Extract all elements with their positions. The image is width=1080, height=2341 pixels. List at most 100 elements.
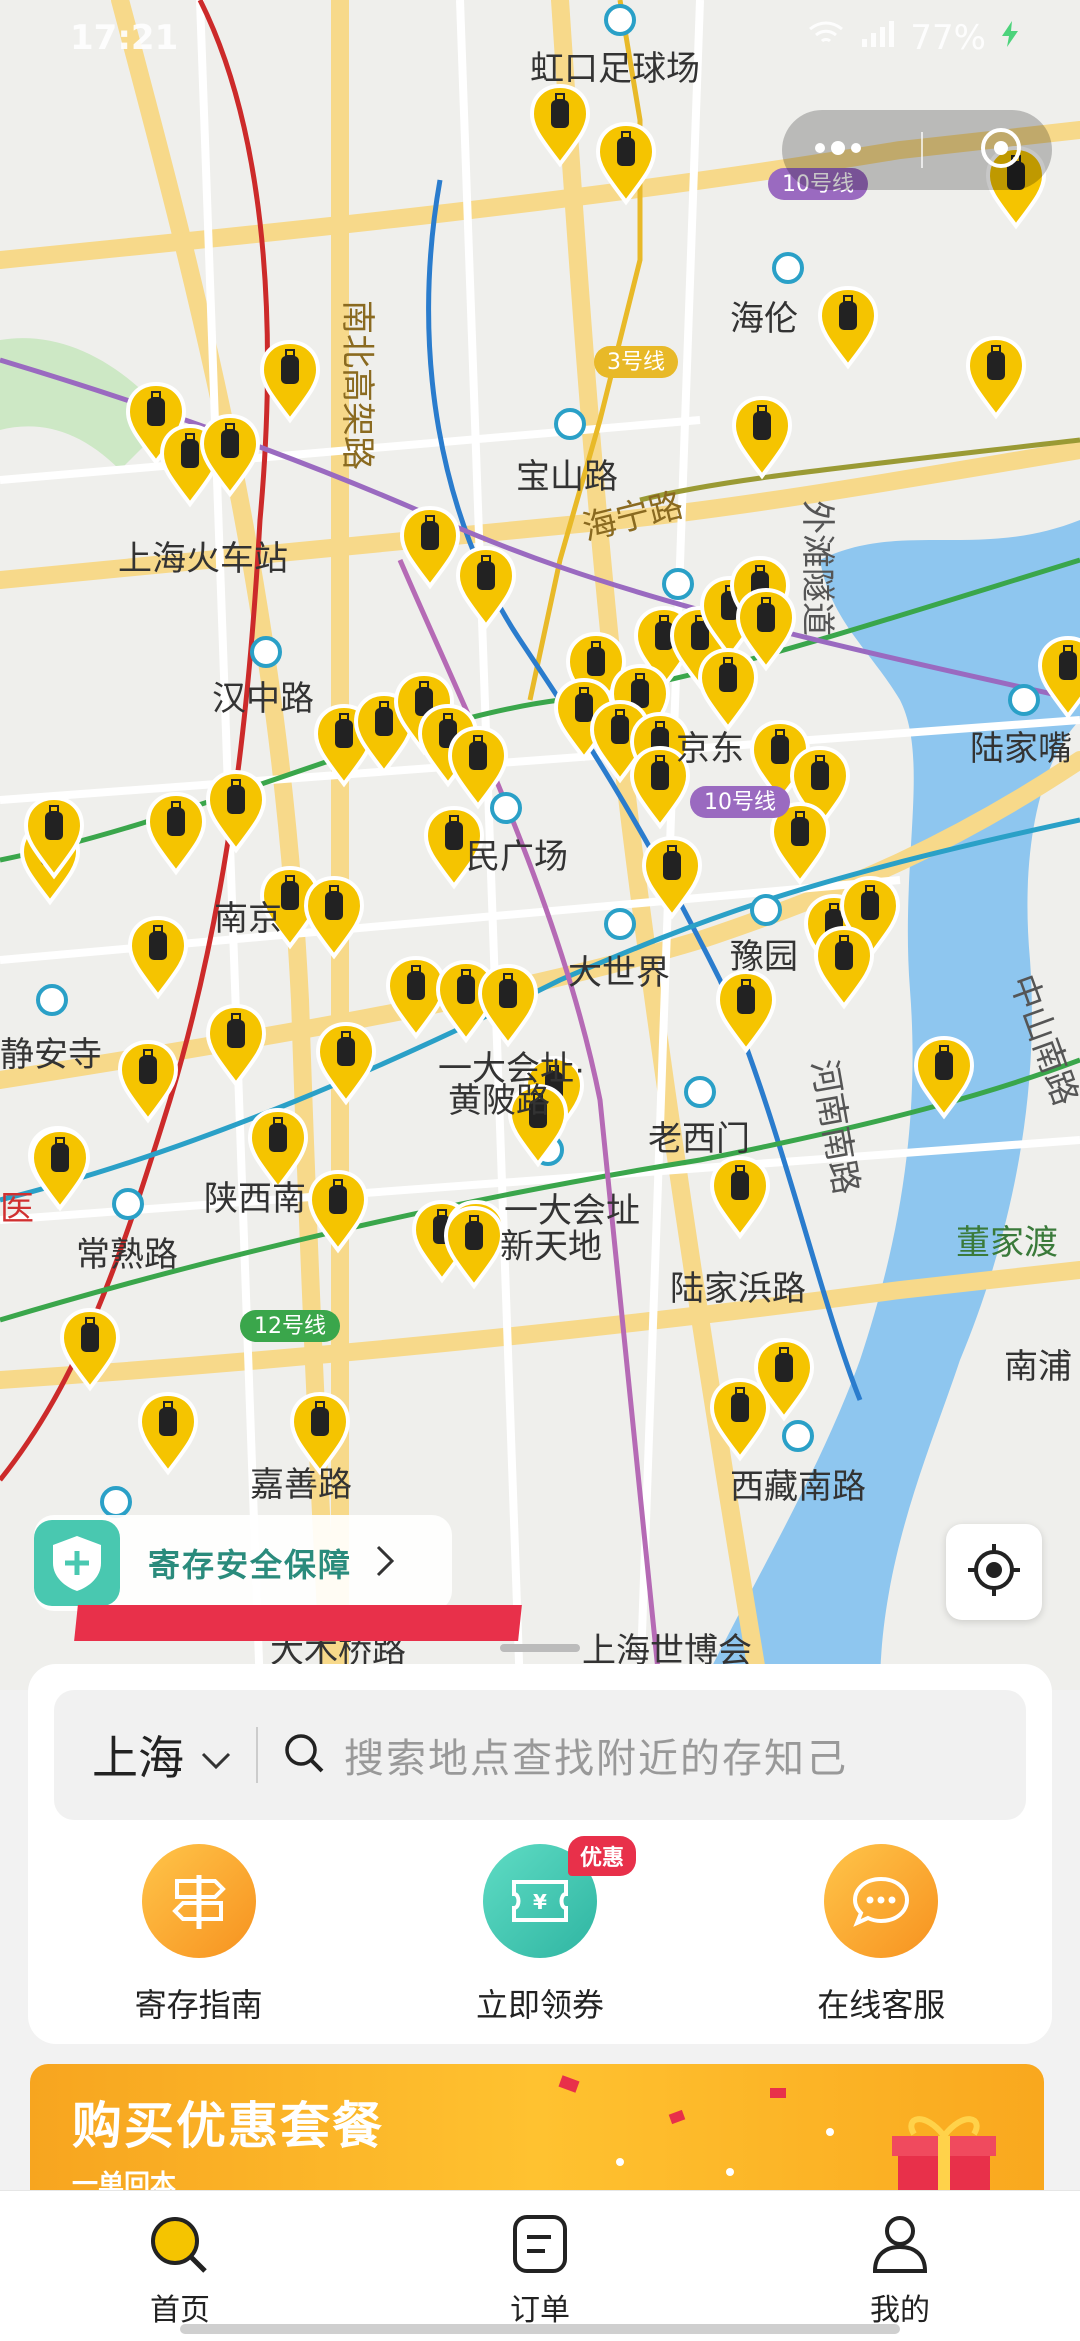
- search-input[interactable]: 搜索地点查找附近的存知己: [344, 1726, 848, 1784]
- target-circle-icon[interactable]: [976, 123, 1026, 177]
- locker-pin[interactable]: [259, 339, 321, 424]
- safety-label: 寄存安全保障: [148, 1546, 353, 1584]
- action-label: 立即领券: [475, 1986, 604, 2024]
- locker-pin[interactable]: [447, 725, 509, 810]
- tab-label: 订单: [510, 2293, 570, 2328]
- search-icon: [282, 1731, 326, 1779]
- user-icon: [865, 2211, 935, 2281]
- map-label: 嘉善路: [250, 1466, 352, 1504]
- search-divider: [256, 1727, 258, 1783]
- shield-plus-icon: [34, 1520, 120, 1606]
- city-name: 上海: [92, 1731, 184, 1785]
- locate-me-button[interactable]: [946, 1524, 1042, 1620]
- map-label: 南北高架路: [338, 300, 376, 470]
- chat-icon: [824, 1844, 939, 1958]
- city-selector[interactable]: 上海: [92, 1722, 232, 1788]
- map-label: 外滩隧道: [798, 500, 836, 636]
- map-label: 陕西南: [204, 1180, 306, 1218]
- map-label: 静安寺: [0, 1036, 102, 1074]
- locker-pin[interactable]: [385, 955, 447, 1040]
- tab-home[interactable]: 首页: [60, 2191, 300, 2341]
- tab-label: 首页: [150, 2293, 210, 2328]
- map-label: 豫园: [730, 938, 798, 976]
- action-get-coupon[interactable]: ¥ 优惠 立即领券: [420, 1836, 660, 2026]
- map-label: 新天地: [500, 1228, 602, 1266]
- locker-pin[interactable]: [29, 1127, 91, 1212]
- map-label: 一大会址: [504, 1192, 640, 1230]
- map-label: 汉中路: [212, 680, 314, 718]
- map-label: 西藏南路: [730, 1468, 866, 1506]
- mini-program-capsule: [782, 110, 1052, 190]
- status-right: 77%: [806, 18, 1020, 58]
- map-label: 老西门: [648, 1120, 750, 1158]
- tab-profile[interactable]: 我的: [780, 2191, 1020, 2341]
- signpost-icon: [141, 1844, 256, 1958]
- crosshair-icon: [964, 1540, 1024, 1604]
- action-storage-guide[interactable]: 寄存指南: [79, 1844, 319, 2026]
- search-bar: 上海 搜索地点查找附近的存知己: [54, 1690, 1026, 1820]
- map-view[interactable]: 10号线 3号线 10号线 12号线 虹口足球场 海伦 宝山路 海宁路 上海火车…: [0, 0, 1080, 1690]
- map-label: 京东: [676, 730, 744, 768]
- tab-label: 我的: [870, 2293, 930, 2328]
- status-time: 17:21: [70, 18, 179, 58]
- locker-pin[interactable]: [697, 647, 759, 732]
- locker-pin[interactable]: [137, 1391, 199, 1476]
- map-label: 陆家浜路: [670, 1270, 806, 1308]
- tab-orders[interactable]: 订单: [420, 2191, 660, 2341]
- locker-pin[interactable]: [443, 1205, 505, 1290]
- sheet-drag-handle[interactable]: [500, 1644, 580, 1652]
- locker-pin[interactable]: [199, 413, 261, 498]
- safety-guarantee-button[interactable]: 寄存安全保障: [34, 1515, 452, 1611]
- locker-pin[interactable]: [399, 505, 461, 590]
- order-icon: [505, 2211, 575, 2281]
- map-label: 黄陂路: [448, 1082, 550, 1120]
- locker-pin[interactable]: [817, 285, 879, 370]
- map-label: 南浦: [1004, 1348, 1072, 1386]
- svg-text:¥: ¥: [533, 1890, 547, 1914]
- locker-pin[interactable]: [307, 1169, 369, 1254]
- map-canvas[interactable]: 10号线 3号线 10号线 12号线 虹口足球场 海伦 宝山路 海宁路 上海火车…: [0, 0, 1080, 1690]
- wifi-icon: [806, 18, 846, 58]
- line-badge-label: 10号线: [704, 790, 776, 815]
- locker-pin[interactable]: [127, 915, 189, 1000]
- home-indicator: [180, 2324, 900, 2334]
- map-label: 南京: [214, 900, 282, 938]
- locker-pin[interactable]: [205, 1003, 267, 1088]
- map-label: 陆家嘴: [970, 730, 1072, 768]
- map-label: 宝山路: [516, 458, 618, 496]
- action-label: 在线客服: [817, 1986, 946, 2024]
- map-label: 常熟路: [76, 1236, 178, 1274]
- locker-pin[interactable]: [205, 769, 267, 854]
- map-label: 医: [0, 1190, 34, 1228]
- map-label: 大世界: [568, 954, 670, 992]
- status-bar: 17:21 77%: [0, 0, 1080, 80]
- locker-pin[interactable]: [529, 83, 591, 168]
- charging-icon: [1000, 18, 1020, 58]
- signal-icon: [860, 18, 896, 58]
- map-label: 董家渡: [956, 1224, 1058, 1262]
- locker-pin[interactable]: [709, 1155, 771, 1240]
- highlight-underline: [74, 1605, 522, 1641]
- locker-pin[interactable]: [965, 335, 1027, 420]
- more-dots-icon[interactable]: [808, 138, 868, 162]
- quick-actions: 寄存指南 ¥ 优惠 立即领券 在线客服: [28, 1836, 1052, 2026]
- banner-title: 购买优惠套餐: [72, 2097, 384, 2155]
- locker-pin[interactable]: [145, 791, 207, 876]
- action-label: 寄存指南: [134, 1986, 263, 2024]
- discount-badge: 优惠: [567, 1836, 636, 1876]
- locker-pin[interactable]: [731, 395, 793, 480]
- chevron-right-icon: [372, 1543, 396, 1583]
- chevron-down-icon: [200, 1728, 232, 1782]
- line-badge-label: 12号线: [254, 1314, 326, 1339]
- map-label: 上海火车站: [118, 540, 288, 578]
- bottom-panel: 上海 搜索地点查找附近的存知己 寄存指南 ¥ 优惠 立即领券 在线客服: [28, 1664, 1052, 2044]
- locker-pin[interactable]: [477, 963, 539, 1048]
- capsule-divider: [920, 132, 923, 168]
- map-label: 民广场: [466, 838, 568, 876]
- battery-level: 77%: [910, 18, 986, 58]
- locker-pin[interactable]: [715, 969, 777, 1054]
- locker-pin[interactable]: [813, 925, 875, 1010]
- action-online-service[interactable]: 在线客服: [761, 1844, 1001, 2026]
- bottom-tab-bar: 首页 订单 我的: [0, 2190, 1080, 2341]
- locker-pin[interactable]: [303, 875, 365, 960]
